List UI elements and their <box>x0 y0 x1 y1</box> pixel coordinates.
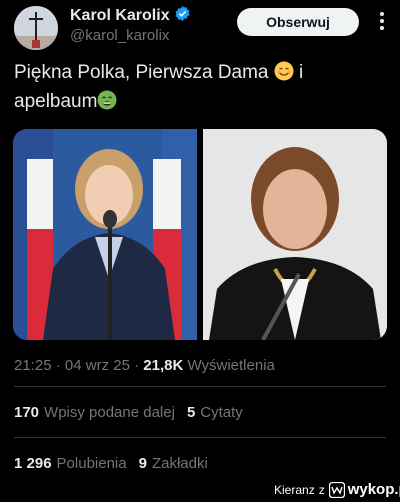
more-vertical-icon[interactable] <box>372 10 392 32</box>
tweet-meta: 21:25 · 04 wrz 25 · 21,8K Wyświetlenia <box>14 357 275 374</box>
reposts-stat[interactable]: 170 Wpisy podane dalej <box>14 404 175 421</box>
reposts-count: 170 <box>14 404 40 421</box>
quotes-stat[interactable]: 5 Cytaty <box>187 404 243 421</box>
tweet-time[interactable]: 21:25 <box>14 357 52 374</box>
author-name[interactable]: Karol Karolix <box>70 7 170 25</box>
author-name-row[interactable]: Karol Karolix <box>70 5 191 27</box>
meta-separator: · <box>134 357 140 374</box>
meta-separator: · <box>55 357 61 374</box>
watermark-user: Kieranz <box>274 482 315 497</box>
tweet-text: Piękna Polka, Pierwsza Dama i apelbaum <box>14 58 386 116</box>
reposts-label: Wpisy podane dalej <box>44 404 175 421</box>
divider <box>14 437 386 438</box>
bookmarks-label: Zakładki <box>151 455 208 472</box>
verified-badge-icon <box>174 5 191 27</box>
wykop-logo-icon <box>328 481 345 498</box>
views-count: 21,8K <box>143 357 184 374</box>
stats-row-likes: 1 296 Polubienia 9 Zakładki <box>14 455 208 472</box>
watermark-z: z <box>318 482 325 497</box>
smiling-face-icon <box>274 61 294 81</box>
tweet-text-part1: Piękna Polka, Pierwsza Dama <box>14 62 274 83</box>
quotes-label: Cytaty <box>200 404 243 421</box>
watermark: Kieranz z wykop.pl <box>268 478 400 501</box>
tweet-date[interactable]: 04 wrz 25 <box>65 357 130 374</box>
likes-count: 1 296 <box>14 455 52 472</box>
quotes-count: 5 <box>186 404 196 421</box>
wykop-logo: wykop.pl <box>328 481 400 498</box>
stats-row-reposts: 170 Wpisy podane dalej 5 Cytaty <box>14 404 243 421</box>
author-handle[interactable]: @karol_karolix <box>70 27 169 44</box>
nauseated-face-icon <box>97 90 117 110</box>
likes-stat[interactable]: 1 296 Polubienia <box>14 455 127 472</box>
watermark-site: wykop.pl <box>347 481 400 498</box>
media-image-left[interactable] <box>13 129 197 340</box>
tweet-media[interactable] <box>13 129 387 340</box>
divider <box>14 386 386 387</box>
bookmarks-stat[interactable]: 9 Zakładki <box>139 455 208 472</box>
views-label: Wyświetlenia <box>187 357 275 374</box>
likes-label: Polubienia <box>56 455 127 472</box>
bookmarks-count: 9 <box>138 455 147 472</box>
media-image-right[interactable] <box>203 129 387 340</box>
follow-button[interactable]: Obserwuj <box>237 8 359 36</box>
avatar[interactable] <box>14 6 58 50</box>
